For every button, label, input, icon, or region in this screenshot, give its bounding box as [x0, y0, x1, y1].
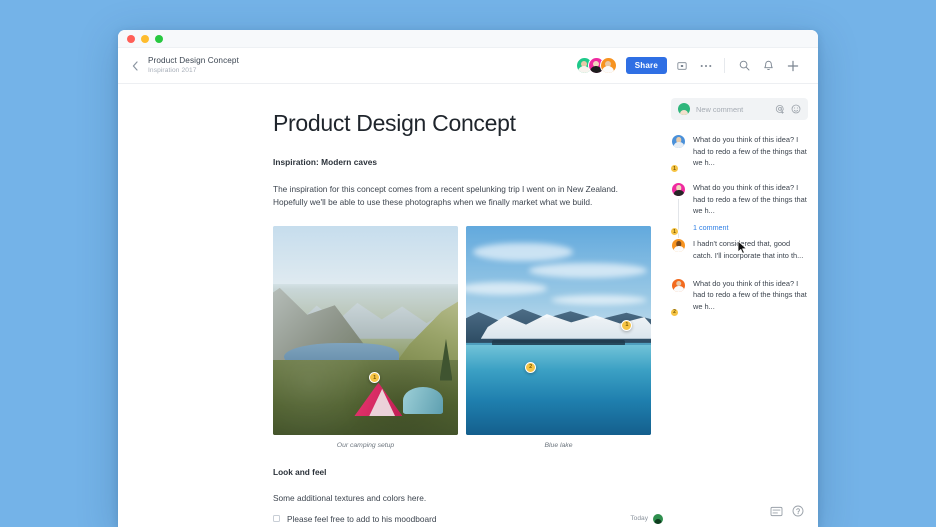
- photo-cloud: [466, 282, 547, 295]
- photo-teal-tent: [403, 387, 444, 414]
- avatar-body: [673, 142, 684, 148]
- emoji-icon: [791, 104, 801, 114]
- task-due-date: Today: [630, 515, 648, 522]
- figure-caption: Our camping setup: [273, 442, 458, 449]
- footer-actions: [770, 505, 804, 517]
- comment-list: 1 What do you think of this idea? I had …: [671, 134, 808, 313]
- keyboard-shortcuts-icon: [770, 506, 783, 517]
- help-button[interactable]: [792, 505, 804, 517]
- image-gallery: 1 Our camping setup: [273, 226, 663, 449]
- photo-sky: [273, 226, 458, 285]
- new-comment-input[interactable]: New comment: [696, 105, 769, 114]
- comment-body: What do you think of this idea? I had to…: [693, 278, 808, 313]
- photo-blue-lake[interactable]: 1 2: [466, 226, 651, 435]
- page-title: Product Design Concept: [273, 112, 663, 135]
- chevron-left-icon: [132, 61, 138, 71]
- comment-item[interactable]: I hadn't considered that, good catch. I'…: [671, 238, 808, 261]
- figure-camping: 1 Our camping setup: [273, 226, 458, 449]
- comments-sidebar: New comment: [663, 84, 818, 527]
- app-window: Product Design Concept Inspiration 2017 …: [118, 30, 818, 527]
- photo-water: [466, 345, 651, 435]
- comment-text: What do you think of this idea? I had to…: [693, 182, 808, 217]
- comment-replies-link[interactable]: 1 comment: [693, 223, 808, 232]
- more-horizontal-icon: [700, 64, 712, 68]
- avatar[interactable]: [671, 182, 686, 197]
- avatar[interactable]: [671, 238, 686, 253]
- avatar[interactable]: [600, 57, 617, 74]
- collaborator-avatars[interactable]: [576, 57, 617, 74]
- mention-add-button[interactable]: [775, 104, 785, 114]
- comment-body: I hadn't considered that, good catch. I'…: [693, 238, 808, 261]
- app-content: Product Design Concept Inspiration: Mode…: [118, 84, 818, 527]
- avatar-body: [673, 190, 684, 196]
- task-label: Please feel free to add to his moodboard: [287, 514, 436, 524]
- comment-avatar-wrap: 2: [671, 278, 686, 313]
- window-maximize-button[interactable]: [155, 35, 163, 43]
- avatar-body: [602, 66, 614, 73]
- search-button[interactable]: [735, 56, 754, 75]
- keyboard-shortcuts-button[interactable]: [770, 506, 783, 517]
- avatar[interactable]: [671, 134, 686, 149]
- comment-item[interactable]: 1 What do you think of this idea? I had …: [671, 134, 808, 169]
- present-mode-button[interactable]: [672, 56, 691, 75]
- comment-item[interactable]: 2 What do you think of this idea? I had …: [671, 278, 808, 313]
- comment-pin-badge: 1: [670, 164, 679, 173]
- document-subheading: Inspiration: Modern caves: [273, 157, 663, 167]
- avatar-body: [673, 246, 684, 252]
- figure-blue-lake: 1 2 Blue lake: [466, 226, 651, 449]
- photo-camping[interactable]: 1: [273, 226, 458, 435]
- current-user-avatar: [678, 103, 690, 115]
- breadcrumb[interactable]: Product Design Concept Inspiration 2017: [148, 56, 239, 75]
- comment-pin-badge: 2: [670, 308, 679, 317]
- comment-body: What do you think of this idea? I had to…: [693, 182, 808, 232]
- breadcrumb-subtitle: Inspiration 2017: [148, 67, 239, 75]
- task-assignee-avatar[interactable]: [653, 514, 663, 524]
- header-divider: [724, 58, 725, 73]
- more-options-button[interactable]: [696, 56, 715, 75]
- app-header: Product Design Concept Inspiration 2017 …: [118, 48, 818, 84]
- help-circle-icon: [792, 505, 804, 517]
- search-icon: [739, 60, 750, 71]
- notifications-button[interactable]: [759, 56, 778, 75]
- bell-icon: [763, 60, 774, 72]
- task-meta: Today: [630, 514, 663, 524]
- comment-text: I hadn't considered that, good catch. I'…: [693, 238, 808, 261]
- emoji-button[interactable]: [791, 104, 801, 114]
- breadcrumb-title: Product Design Concept: [148, 56, 239, 65]
- share-button[interactable]: Share: [626, 57, 667, 74]
- window-titlebar: [118, 30, 818, 48]
- comment-text: What do you think of this idea? I had to…: [693, 278, 808, 313]
- section-heading: Look and feel: [273, 467, 663, 477]
- section-paragraph: Some additional textures and colors here…: [273, 493, 663, 503]
- comment-avatar-wrap: 1: [671, 134, 686, 169]
- plus-icon: [787, 60, 799, 72]
- back-button[interactable]: [126, 52, 144, 80]
- avatar-body: [673, 286, 684, 292]
- figure-caption: Blue lake: [466, 442, 651, 449]
- comment-text: What do you think of this idea? I had to…: [693, 134, 808, 169]
- document-paragraph: The inspiration for this concept comes f…: [273, 183, 633, 210]
- comment-avatar-wrap: 1: [671, 182, 686, 232]
- document-canvas[interactable]: Product Design Concept Inspiration: Mode…: [118, 84, 663, 527]
- comment-avatar-wrap: [671, 238, 686, 261]
- window-minimize-button[interactable]: [141, 35, 149, 43]
- comment-item[interactable]: 1 What do you think of this idea? I had …: [671, 182, 808, 232]
- task-item[interactable]: Please feel free to add to his moodboard…: [273, 514, 663, 524]
- comment-pin[interactable]: 2: [525, 362, 536, 373]
- add-button[interactable]: [783, 56, 802, 75]
- comment-body: What do you think of this idea? I had to…: [693, 134, 808, 169]
- window-close-button[interactable]: [127, 35, 135, 43]
- avatar[interactable]: [671, 278, 686, 293]
- task-checkbox[interactable]: [273, 515, 280, 522]
- header-actions: Share: [576, 56, 802, 75]
- mention-add-icon: [775, 104, 785, 114]
- present-mode-icon: [677, 61, 687, 71]
- new-comment-composer[interactable]: New comment: [671, 98, 808, 120]
